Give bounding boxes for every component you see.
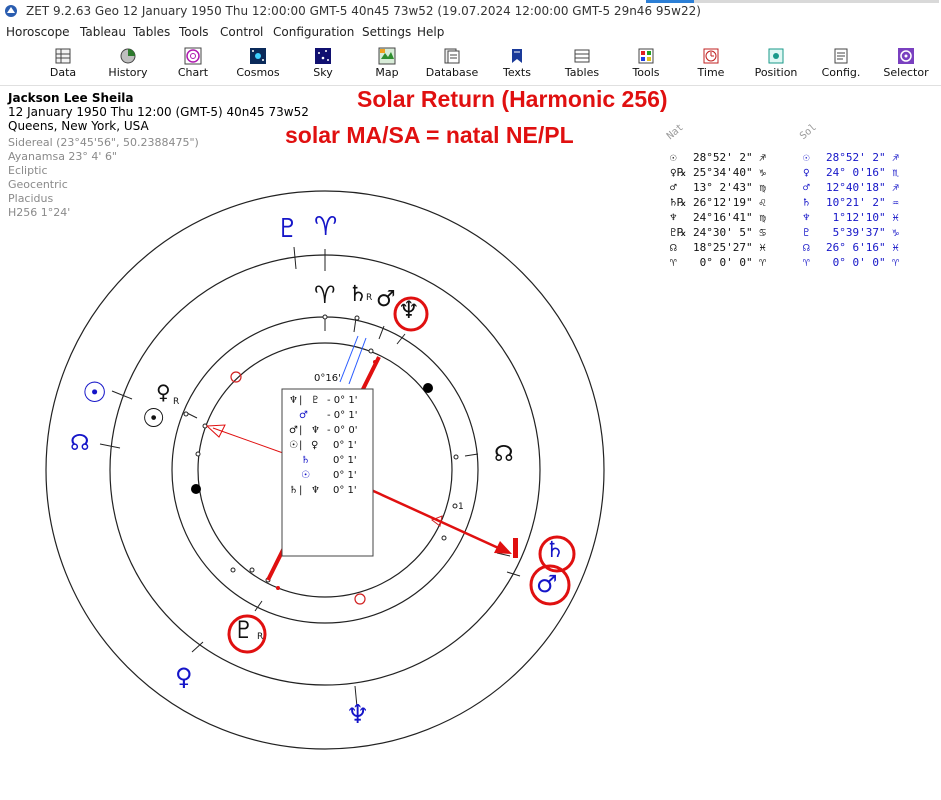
aspect-row: ♂ - 0° 1' (299, 410, 358, 421)
cosmos-button[interactable]: Cosmos (226, 45, 290, 83)
natal-saturn-glyph: ♄ (348, 282, 368, 307)
tools-button[interactable]: Tools (614, 45, 678, 83)
chart-area: Jackson Lee Sheila 12 January 1950 Thu 1… (0, 86, 941, 800)
menu-configuration[interactable]: Configuration (273, 25, 354, 39)
data-button[interactable]: Data (31, 45, 95, 83)
window-title: ZET 9.2.63 Geo 12 January 1950 Thu 12:00… (26, 4, 701, 18)
database-button[interactable]: Database (420, 45, 484, 83)
table-row: ☉ 28°52' 2" ♐ ☉ 28°52' 2" ♐ (670, 151, 899, 164)
aspect-row: ☉ | ♀ 0° 1' (289, 440, 357, 451)
sky-icon (315, 48, 331, 64)
aspect-row: ♄ 0° 1' (301, 455, 357, 466)
natal-node-glyph: ☊ (494, 442, 514, 467)
aspect-row: ☉ 0° 1' (301, 470, 357, 481)
app-logo-icon (5, 5, 17, 17)
map-button[interactable]: Map (355, 45, 419, 83)
menu-help[interactable]: Help (417, 25, 444, 39)
thin-red-arrowhead (205, 424, 226, 438)
title-bar: ZET 9.2.63 Geo 12 January 1950 Thu 12:00… (0, 0, 941, 22)
config-button[interactable]: Config. (809, 45, 873, 83)
house-number: 1 (458, 502, 464, 512)
table-row: ♀℞ 25°34'40" ♑ ♀ 24° 0'16" ♏ (670, 166, 899, 179)
tables-button[interactable]: Tables (550, 45, 614, 83)
natal-venus-glyph: ♀ (156, 380, 171, 404)
blue-aspect-line (339, 335, 359, 383)
time-button[interactable]: Time (679, 45, 743, 83)
solar-saturn-glyph: ♄ (545, 538, 565, 563)
pluto-glyph: ♇ (276, 214, 300, 244)
menu-tableau[interactable]: Tableau (80, 25, 126, 39)
aspect-orb-label: 0°16' (314, 373, 341, 384)
retrograde-mark: R (173, 397, 180, 407)
black-dot (423, 383, 433, 393)
natal-sun-glyph: ☉ (142, 404, 166, 434)
solar-mars-glyph: ♂ (536, 570, 558, 598)
menu-tools[interactable]: Tools (179, 25, 209, 39)
time-icon (703, 48, 719, 64)
tables-icon (574, 49, 590, 63)
blue-aspect-line (348, 337, 367, 385)
red-marker-circle (354, 593, 366, 605)
cosmos-icon (250, 48, 266, 64)
history-icon (120, 48, 136, 64)
menu-horoscope[interactable]: Horoscope (6, 25, 70, 39)
black-dot (191, 484, 201, 494)
venus-glyph: ♀ (175, 663, 193, 691)
table-row: ♂ 13° 2'43" ♍ ♂ 12°40'18" ♐ (670, 181, 899, 194)
natal-mars-glyph: ♂ (376, 287, 396, 312)
table-row: ♇℞ 24°30' 5" ♋ ♇ 5°39'37" ♑ (670, 226, 899, 239)
chart-icon (184, 47, 202, 65)
table-row: ☊ 18°25'27" ♓ ☊ 26° 6'16" ♓ (670, 241, 899, 254)
menu-bar: Horoscope Tableau Tables Tools Control C… (0, 22, 941, 42)
menu-control[interactable]: Control (220, 25, 263, 39)
table-row: ♆ 24°16'41" ♍ ♆ 1°12'10" ♓ (670, 211, 899, 224)
header-natal: Nat (664, 121, 686, 142)
tools-icon (638, 48, 654, 64)
header-solar: Sol (797, 121, 819, 142)
red-bar-marker (513, 538, 518, 558)
selector-icon (898, 48, 914, 64)
sky-button[interactable]: Sky (291, 45, 355, 83)
data-icon (55, 48, 71, 64)
texts-button[interactable]: Texts (485, 45, 549, 83)
position-button[interactable]: Position (744, 45, 808, 83)
retrograde-mark: R (257, 632, 264, 642)
position-icon (768, 48, 784, 64)
texts-icon (512, 49, 522, 63)
title-accent-grey (694, 0, 939, 3)
map-icon (378, 47, 396, 65)
menu-settings[interactable]: Settings (362, 25, 411, 39)
red-marker-circle (230, 371, 242, 383)
natal-neptune-glyph: ♆ (398, 296, 420, 324)
selector-button[interactable]: Selector (874, 45, 938, 83)
chart-button[interactable]: Chart (161, 45, 225, 83)
aspect-row: ♄ | ♆ 0° 1' (289, 485, 357, 496)
table-row: ♈ 0° 0' 0" ♈ ♈ 0° 0' 0" ♈ (670, 256, 899, 269)
database-icon (444, 48, 460, 64)
menu-tables[interactable]: Tables (133, 25, 170, 39)
aspect-row: ♆ | ♇ - 0° 1' (289, 395, 358, 406)
aspect-row: ♂ | ♆ - 0° 0' (289, 425, 358, 436)
thin-red-arrow (212, 427, 284, 454)
node-glyph: ☊ (70, 431, 90, 456)
red-arrow-line (368, 487, 506, 553)
retrograde-mark: R (366, 293, 373, 303)
toolbar: Data History Chart Cosmos Sky Map Databa… (0, 43, 941, 86)
natal-aries-glyph: ♈ (314, 281, 336, 309)
natal-pluto-glyph: ♇ (233, 616, 255, 644)
history-button[interactable]: History (96, 45, 160, 83)
sun-glyph: ☉ (82, 376, 108, 409)
table-row: ♄℞ 26°12'19" ♌ ♄ 10°21' 2" ♒ (670, 196, 899, 209)
aries-glyph: ♈ (314, 212, 338, 242)
neptune-glyph: ♆ (346, 700, 370, 730)
config-icon (834, 48, 848, 64)
title-accent (646, 0, 694, 3)
